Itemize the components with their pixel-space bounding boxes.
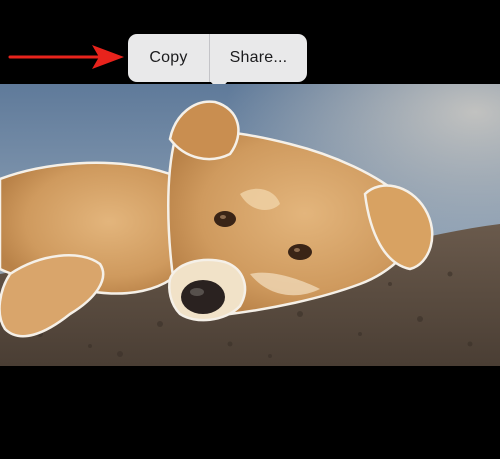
screen: Copy Share... xyxy=(0,0,500,459)
copy-menu-item[interactable]: Copy xyxy=(128,34,209,82)
context-menu: Copy Share... xyxy=(128,34,307,82)
puppy-photo[interactable] xyxy=(0,84,500,366)
share-menu-item[interactable]: Share... xyxy=(210,34,307,82)
red-arrow-icon xyxy=(8,42,126,77)
